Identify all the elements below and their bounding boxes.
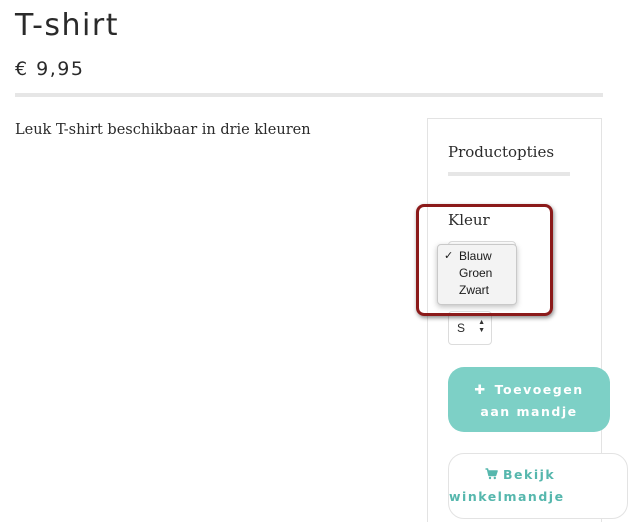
view-cart-button[interactable]: Bekijk winkelmandje [448,453,628,519]
color-option-label: Groen [459,266,493,280]
size-select[interactable]: S ▲ ▼ [448,311,492,345]
cart-icon [485,465,498,486]
color-option-label: Zwart [459,283,489,297]
add-to-cart-label-line2: aan mandje [480,404,578,419]
checkmark-icon: ✓ [444,250,454,262]
product-title: T-shirt [15,8,119,43]
plus-icon: ✚ [474,383,487,398]
product-options-panel: Productopties Kleur ✓ Blauw Groen Zwart … [427,118,628,522]
add-to-cart-button[interactable]: ✚ Toevoegen aan mandje [448,367,610,432]
color-option-blauw[interactable]: ✓ Blauw [438,248,516,265]
color-label: Kleur [448,211,490,229]
add-to-cart-label-line1: Toevoegen [494,382,584,397]
options-title-underline [448,172,570,176]
size-select-value: S [457,321,466,335]
view-cart-label-line1: Bekijk [503,467,556,482]
product-description: Leuk T-shirt beschikbaar in drie kleuren [15,122,311,138]
view-cart-label-line2: winkelmandje [449,489,565,504]
updown-arrows-icon: ▲ ▼ [478,319,485,334]
color-dropdown-menu: ✓ Blauw Groen Zwart [437,244,517,305]
color-option-zwart[interactable]: Zwart [438,282,516,299]
product-price: € 9,95 [15,58,85,80]
color-option-label: Blauw [459,249,492,263]
header-divider [15,93,603,97]
options-title: Productopties [448,143,555,161]
color-option-groen[interactable]: Groen [438,265,516,282]
